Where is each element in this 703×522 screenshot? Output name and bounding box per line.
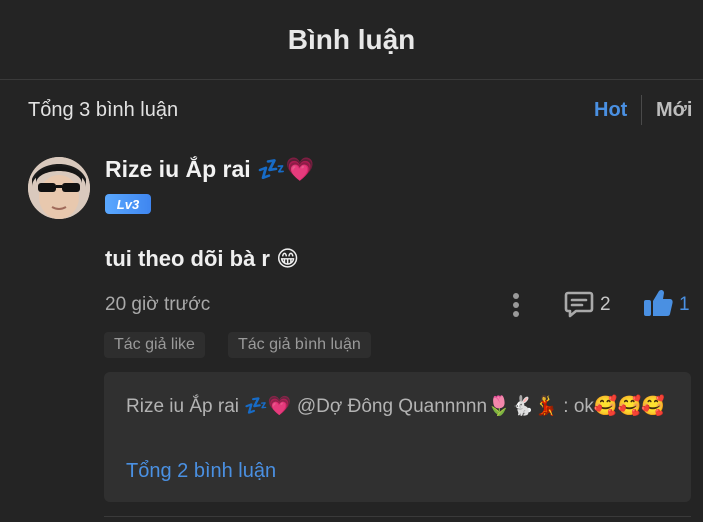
reply-preview-text: Rize iu Ắp rai 💤💗 @Dợ Đông Quannnnn🌷🐇💃 :… [126, 396, 665, 417]
sort-hot-tab[interactable]: Hot [594, 99, 627, 122]
reply-count: 2 [600, 294, 611, 315]
level-badge: Lv3 [105, 194, 151, 214]
like-count: 1 [679, 294, 690, 315]
author-liked-tag: Tác giả like [104, 332, 205, 358]
view-all-replies-link[interactable]: Tổng 2 bình luận [126, 460, 276, 483]
avatar[interactable] [28, 157, 90, 219]
comment-summary-bar: Tổng 3 bình luận Hot Mới [0, 81, 703, 139]
comment-count: Tổng 3 bình luận [28, 99, 179, 121]
comment-time: 20 giờ trước [105, 294, 211, 315]
thumbs-up-icon[interactable] [642, 288, 674, 318]
page-title: Bình luận [287, 23, 416, 55]
comment-content: tui theo dõi bà r 😁 [105, 246, 300, 271]
divider [104, 516, 691, 517]
comment-username[interactable]: Rize iu Ắp rai 💤💗 [105, 156, 314, 183]
reply-preview-box[interactable]: Rize iu Ắp rai 💤💗 @Dợ Đông Quannnnn🌷🐇💃 :… [104, 372, 691, 502]
sort-new-tab[interactable]: Mới [656, 99, 692, 122]
header: Bình luận [0, 0, 703, 80]
author-replied-tag: Tác giả bình luận [228, 332, 371, 358]
sort-divider [641, 95, 642, 125]
avatar-image [28, 157, 90, 219]
more-vertical-icon[interactable] [506, 291, 526, 319]
comment-icon[interactable] [564, 290, 594, 318]
